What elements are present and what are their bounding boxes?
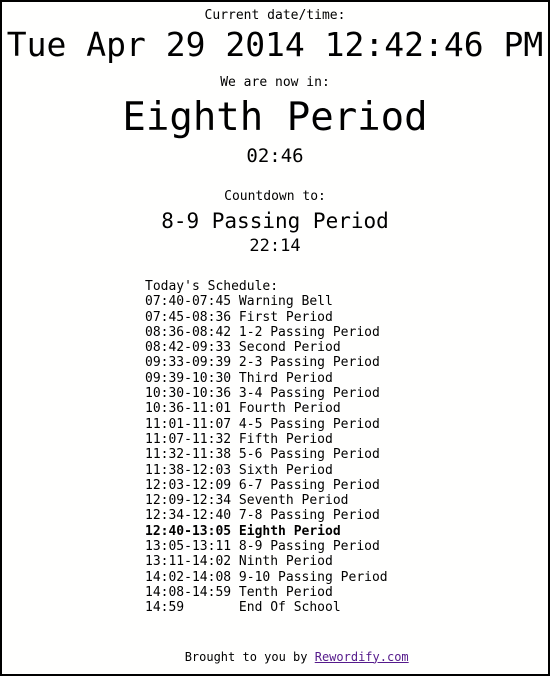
schedule-row: 11:07-11:32 Fifth Period: [145, 431, 333, 447]
schedule-row: 12:09-12:34 Seventh Period: [145, 493, 349, 509]
page-frame: Current date/time: Tue Apr 29 2014 12:42…: [0, 0, 550, 676]
current-datetime-label: Current date/time:: [204, 8, 346, 23]
schedule-row: 14:59 End Of School: [145, 600, 341, 616]
credit-line: Brought to you by Rewordify.com: [141, 633, 409, 674]
schedule-row: 07:40-07:45 Warning Bell: [145, 294, 333, 310]
schedule-row: 12:34-12:40 7-8 Passing Period: [145, 508, 380, 524]
schedule-row: 07:45-08:36 First Period: [145, 309, 333, 325]
schedule-row: 13:05-13:11 8-9 Passing Period: [145, 539, 380, 555]
footer: Brought to you by Rewordify.com Black on…: [2, 633, 548, 674]
schedule-row: 14:08-14:59 Tenth Period: [145, 584, 333, 600]
schedule-row: 11:32-11:38 5-6 Passing Period: [145, 447, 380, 463]
schedule-row: 13:11-14:02 Ninth Period: [145, 554, 333, 570]
schedule-row: 09:39-10:30 Third Period: [145, 370, 333, 386]
countdown-label: Countdown to:: [224, 189, 326, 204]
schedule-title: Today's Schedule:: [145, 279, 279, 294]
schedule-row: 08:36-08:42 1-2 Passing Period: [145, 324, 380, 340]
schedule-row: 12:03-12:09 6-7 Passing Period: [145, 477, 380, 493]
schedule-row: 08:42-09:33 Second Period: [145, 340, 341, 356]
schedule-row: 11:38-12:03 Sixth Period: [145, 462, 333, 478]
now-in-label: We are now in:: [220, 75, 330, 90]
schedule-row: 11:01-11:07 4-5 Passing Period: [145, 416, 380, 432]
schedule-row: 14:02-14:08 9-10 Passing Period: [145, 569, 388, 585]
schedule-block: Today's Schedule: 07:40-07:45 Warning Be…: [2, 279, 548, 616]
schedule-rows: 07:40-07:45 Warning Bell 07:45-08:36 Firs…: [145, 294, 405, 615]
schedule-row: 10:36-11:01 Fourth Period: [145, 401, 341, 417]
schedule-row: 10:30-10:36 3-4 Passing Period: [145, 386, 380, 402]
schedule-list: Today's Schedule: 07:40-07:45 Warning Be…: [145, 279, 405, 616]
schedule-row: 12:40-13:05 Eighth Period: [145, 523, 341, 539]
current-datetime-value: Tue Apr 29 2014 12:42:46 PM: [6, 25, 544, 64]
credit-prefix: Brought to you by: [184, 649, 315, 664]
countdown-remaining: 22:14: [249, 236, 301, 256]
countdown-next-period: 8-9 Passing Period: [161, 209, 389, 233]
current-period-elapsed: 02:46: [246, 145, 304, 167]
schedule-row: 09:33-09:39 2-3 Passing Period: [145, 355, 380, 371]
current-period-name: Eighth Period: [122, 95, 428, 140]
rewordify-link[interactable]: Rewordify.com: [315, 650, 409, 664]
